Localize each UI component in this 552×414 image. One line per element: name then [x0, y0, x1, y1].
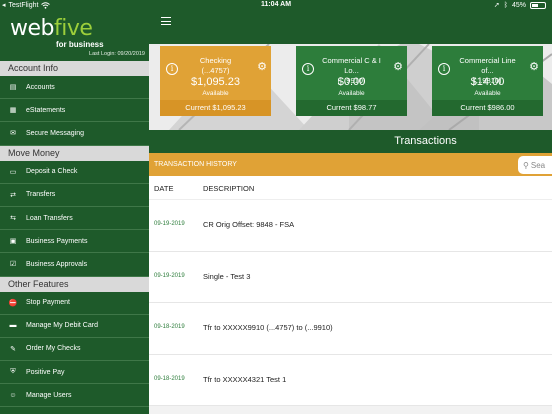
- transaction-description: Tfr to XXXXX4321 Test 1: [203, 374, 287, 384]
- transaction-row[interactable]: 09-18-2019 Tfr to XXXXX9910 (...4757) to…: [149, 303, 552, 355]
- sidebar-item-label: Stop Payment: [26, 299, 70, 307]
- current-balance: Current $986.00: [432, 100, 543, 116]
- transaction-history-label: TRANSACTION HISTORY: [154, 161, 237, 168]
- sidebar-item-accounts[interactable]: ▤ Accounts: [0, 76, 149, 100]
- gear-icon[interactable]: ⚙: [393, 60, 403, 73]
- status-bar: ◂ TestFlight 11:04 AM ➚ ᛒ 45%: [0, 0, 552, 11]
- transfer-icon: ⇄: [10, 191, 16, 199]
- bluetooth-icon: ᛒ: [503, 1, 508, 9]
- gear-icon[interactable]: ⚙: [529, 60, 539, 73]
- sidebar-item-label: eStatements: [26, 106, 66, 114]
- gear-icon[interactable]: ⚙: [257, 60, 267, 73]
- table-header: DATE DESCRIPTION: [149, 176, 552, 200]
- sidebar-item-label: Order My Checks: [26, 345, 81, 353]
- transaction-date: 09-19-2019: [154, 221, 185, 227]
- sidebar-item-label: Manage My Debit Card: [26, 322, 98, 330]
- current-balance: Current $98.77: [296, 100, 407, 116]
- users-icon: ☺: [9, 391, 17, 399]
- sidebar-section-header: Other Features: [0, 276, 149, 292]
- search-input[interactable]: ⚲ Sea: [518, 156, 552, 174]
- sidebar-nav: Account Info ▤ Accounts ▦ eStatements ✉ Secure…: [0, 61, 149, 408]
- sidebar-item-label: Business Payments: [26, 237, 88, 245]
- available-amount: $0.00: [337, 76, 366, 88]
- current-balance: Current $1,095.23: [160, 100, 271, 116]
- transactions-title: Transactions: [149, 130, 552, 153]
- available-amount: $14.00: [470, 76, 505, 88]
- business-payments-icon: ▣: [9, 238, 17, 246]
- battery-percent: 45%: [511, 1, 526, 9]
- transaction-date: 09-18-2019: [154, 375, 185, 382]
- sidebar-item-label: Deposit a Check: [26, 168, 78, 176]
- sidebar-item-label: Positive Pay: [26, 368, 65, 376]
- transaction-date: 09-18-2019: [154, 324, 185, 330]
- sidebar-section-header: Account Info: [0, 61, 149, 76]
- sidebar-item-label: Loan Transfers: [26, 214, 73, 222]
- shield-icon: ⛨: [10, 368, 16, 376]
- transaction-date: 09-19-2019: [154, 272, 185, 279]
- account-name: Checking (...4757): [199, 56, 232, 75]
- sidebar-item-stop-payment[interactable]: ⛔ Stop Payment: [0, 292, 149, 315]
- sidebar-item-transfers[interactable]: ⇄ Transfers: [0, 184, 149, 207]
- logo: webfive: [10, 16, 93, 41]
- clock: 11:04 AM: [260, 1, 292, 8]
- column-description: DESCRIPTION: [203, 184, 255, 193]
- transaction-row[interactable]: 09-18-2019 Tfr to XXXXX4321 Test 1: [149, 354, 552, 406]
- sidebar-item-label: Transfers: [26, 191, 56, 199]
- info-icon[interactable]: i: [302, 63, 314, 75]
- sidebar-item-loan-transfers[interactable]: ⇆ Loan Transfers: [0, 207, 149, 231]
- available-label: Available: [338, 90, 365, 97]
- info-icon[interactable]: i: [166, 63, 178, 75]
- sidebar-section-header: Move Money: [0, 145, 149, 161]
- account-card[interactable]: i Commercial Line of... (...9810) ⚙ $14.0…: [432, 46, 543, 116]
- order-checks-icon: ✎: [10, 345, 16, 353]
- sidebar-item-business-approvals[interactable]: ☑ Business Approvals: [0, 253, 149, 277]
- column-date: DATE: [154, 184, 174, 193]
- sidebar-item-manage-users[interactable]: ☺ Manage Users: [0, 384, 149, 408]
- sidebar-item-business-payments[interactable]: ▣ Business Payments: [0, 230, 149, 254]
- account-card[interactable]: i Checking (...4757) ⚙ $1,095.23 Availabl…: [160, 46, 271, 116]
- sidebar-item-manage-my-debit-card[interactable]: ▬ Manage My Debit Card: [0, 315, 149, 338]
- deposit-check-icon: ▭: [9, 168, 17, 176]
- transaction-description: Tfr to XXXXX9910 (...4757) to (...9910): [203, 323, 333, 332]
- available-label: Available: [474, 90, 501, 97]
- sidebar-item-positive-pay[interactable]: ⛨ Positive Pay: [0, 361, 149, 385]
- estatements-icon: ▦: [9, 107, 17, 115]
- loan-transfer-icon: ⇆: [10, 215, 16, 223]
- available-amount: $1,095.23: [191, 76, 240, 88]
- search-icon: ⚲: [523, 160, 529, 170]
- sidebar-item-order-my-checks[interactable]: ✎ Order My Checks: [0, 338, 149, 362]
- search-placeholder: Sea: [530, 160, 546, 170]
- sidebar-item-deposit-a-check[interactable]: ▭ Deposit a Check: [0, 161, 149, 184]
- transaction-history-bar: TRANSACTION HISTORY ⚲ Sea: [149, 153, 552, 176]
- mail-icon: ✉: [10, 130, 16, 138]
- menu-icon[interactable]: [161, 17, 171, 25]
- accounts-icon: ▤: [9, 84, 17, 92]
- sidebar-item-label: Accounts: [26, 83, 55, 91]
- transaction-list: 09-19-2019 CR Orig Offset: 9848 - FSA 09-…: [149, 200, 552, 414]
- account-card[interactable]: i Commercial C & I Lo... (...9910) ⚙ $0.0…: [296, 46, 407, 116]
- logo-subtitle: for business: [56, 40, 104, 49]
- business-approvals-icon: ☑: [9, 261, 17, 269]
- sidebar-item-label: Manage Users: [26, 391, 72, 399]
- debit-card-icon: ▬: [9, 322, 17, 330]
- location-icon: ➚: [493, 2, 500, 9]
- available-label: Available: [202, 90, 229, 97]
- transaction-row[interactable]: 09-19-2019 CR Orig Offset: 9848 - FSA: [149, 200, 552, 252]
- battery-icon: [530, 1, 546, 9]
- transaction-description: Single - Test 3: [203, 271, 251, 281]
- stop-payment-icon: ⛔: [8, 299, 18, 307]
- sidebar-item-secure-messaging[interactable]: ✉ Secure Messaging: [0, 122, 149, 146]
- transaction-description: CR Orig Offset: 9848 - FSA: [203, 220, 295, 229]
- sidebar-item-label: Secure Messaging: [26, 129, 84, 137]
- sidebar-item-label: Business Approvals: [26, 260, 88, 268]
- info-icon[interactable]: i: [438, 63, 450, 75]
- sidebar: webfive for business Last Login: 09/20/2…: [0, 0, 149, 414]
- transaction-row[interactable]: 09-19-2019 Single - Test 3: [149, 251, 552, 303]
- last-login: Last Login: 09/20/2019: [89, 51, 145, 57]
- sidebar-item-estatements[interactable]: ▦ eStatements: [0, 99, 149, 123]
